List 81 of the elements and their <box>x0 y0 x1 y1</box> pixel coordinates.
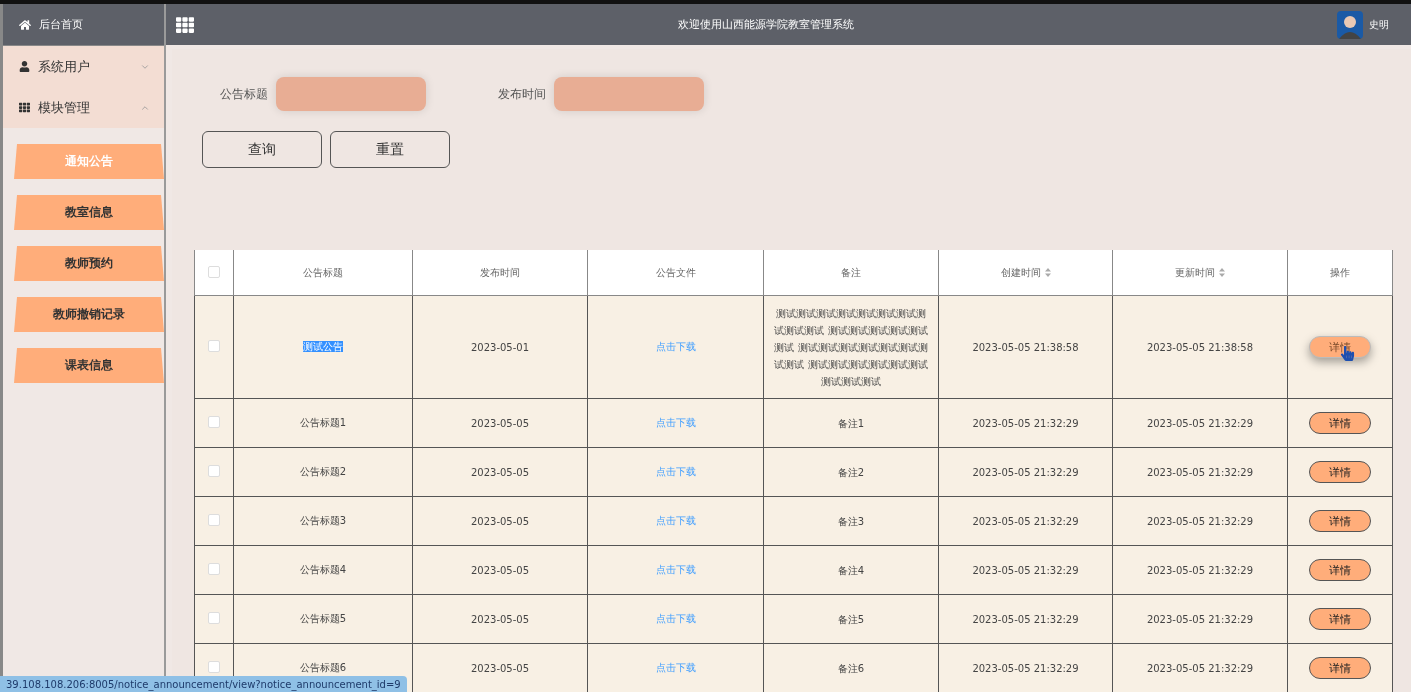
table-cell-text: 测试测试测试测试测试测试测试测试测试测试 测试测试测试测试测试测试 测试测试测试测试测试测试测试测试 测试测试测试测试测试测试测试测试测试 <box>773 306 929 389</box>
detail-button[interactable]: 详情 <box>1309 412 1371 434</box>
table-cell: 2023-05-05 21:32:29 <box>972 466 1079 478</box>
table-cell: 公告标题3 <box>299 515 347 526</box>
table-cell: 2023-05-05 21:32:29 <box>972 662 1079 674</box>
column-header: 创建时间 <box>1000 265 1041 280</box>
table-cell: 2023-05-05 21:32:29 <box>1146 466 1254 478</box>
detail-button[interactable]: 详情 <box>1309 461 1371 483</box>
reset-button[interactable]: 重置 <box>330 131 450 168</box>
table-cell: 2023-05-05 21:32:29 <box>972 613 1079 625</box>
menu-group[interactable]: 模块管理 <box>3 87 164 128</box>
table-cell: 测试公告 <box>303 341 343 352</box>
checkbox[interactable] <box>208 661 220 673</box>
table-cell: 2023-05-05 21:32:29 <box>1146 613 1254 625</box>
table-cell: 2023-05-05 <box>470 613 530 625</box>
table-cell: 公告标题6 <box>299 662 347 673</box>
table-cell: 2023-05-05 <box>470 417 530 429</box>
checkbox[interactable] <box>208 340 220 352</box>
table-cell: 2023-05-05 21:32:29 <box>972 515 1079 527</box>
filter-label: 公告标题 <box>220 85 268 103</box>
menu-item[interactable]: 课表信息 <box>14 348 164 383</box>
menu-group-label: 模块管理 <box>38 98 91 117</box>
filter-label: 发布时间 <box>498 85 546 103</box>
table-cell: 2023-05-05 21:32:29 <box>1146 564 1254 576</box>
table-cell-text: 备注4 <box>836 563 866 578</box>
table-cell: 2023-05-05 21:32:29 <box>1146 662 1254 674</box>
checkbox[interactable] <box>208 563 220 575</box>
table-cell: 公告标题1 <box>299 417 347 428</box>
table-cell: 公告标题5 <box>299 613 347 624</box>
menu-item[interactable]: 教室信息 <box>14 195 164 230</box>
detail-button[interactable]: 详情 <box>1309 657 1371 679</box>
checkbox[interactable] <box>208 465 220 477</box>
user-name: 史明 <box>1369 17 1389 32</box>
table-cell: 2023-05-05 21:38:58 <box>972 341 1079 353</box>
menu-item[interactable]: 教师撤销记录 <box>14 297 164 332</box>
checkbox[interactable] <box>208 612 220 624</box>
table-cell: 2023-05-05 21:32:29 <box>972 564 1079 576</box>
checkbox[interactable] <box>208 416 220 428</box>
search-button[interactable]: 查询 <box>202 131 322 168</box>
table-cell-text: 备注5 <box>836 612 866 627</box>
user-icon <box>19 61 30 72</box>
column-header: 发布时间 <box>480 265 520 280</box>
column-header: 备注 <box>841 265 861 280</box>
menu-group-label: 系统用户 <box>38 57 91 76</box>
menu-item[interactable]: 教师预约 <box>14 246 164 281</box>
column-header: 操作 <box>1330 265 1350 280</box>
table-cell: 2023-05-05 21:32:29 <box>972 417 1079 429</box>
home-link[interactable]: 后台首页 <box>3 4 164 46</box>
table-cell: 2023-05-05 21:32:29 <box>1146 417 1254 429</box>
table-cell: 公告标题2 <box>299 466 347 477</box>
detail-button[interactable]: 详情 <box>1309 559 1371 581</box>
avatar-icon <box>1337 10 1363 39</box>
status-url: 39.108.108.206:8005/notice_announcement/view?notice_announcement_id=9 <box>0 676 407 692</box>
table-cell: 2023-05-05 <box>470 564 530 576</box>
menu-group[interactable]: 系统用户 <box>3 46 164 87</box>
checkbox[interactable] <box>208 265 220 278</box>
column-header: 更新时间 <box>1175 265 1215 280</box>
table-cell: 2023-05-05 21:32:29 <box>1146 515 1254 527</box>
grid-icon <box>19 102 30 113</box>
home-icon <box>19 18 31 31</box>
input-field[interactable] <box>554 77 704 111</box>
sort-icon[interactable] <box>1044 268 1051 277</box>
detail-button[interactable]: 详情 <box>1309 510 1371 532</box>
input-field[interactable] <box>276 77 426 111</box>
table-cell-text: 备注2 <box>836 465 866 480</box>
menu-grid-icon[interactable] <box>176 15 194 34</box>
detail-button[interactable]: 详情 <box>1309 608 1371 630</box>
table-cell-text: 备注1 <box>836 416 866 431</box>
table-cell: 2023-05-05 <box>470 515 530 527</box>
table-cell: 2023-05-05 <box>470 662 530 674</box>
column-header: 公告文件 <box>655 265 696 280</box>
sort-icon[interactable] <box>1219 268 1225 277</box>
table-cell: 2023-05-01 <box>470 341 530 353</box>
window-title: 欢迎使用山西能源学院教室管理系统 <box>676 17 855 32</box>
table-cell: 2023-05-05 <box>470 466 530 478</box>
table-cell: 公告标题4 <box>299 564 347 575</box>
column-header: 公告标题 <box>303 265 343 280</box>
table-cell-text: 备注3 <box>836 514 866 529</box>
table-cell: 2023-05-05 21:38:58 <box>1146 341 1254 353</box>
checkbox[interactable] <box>208 514 220 526</box>
table-cell-text: 备注6 <box>836 661 866 676</box>
